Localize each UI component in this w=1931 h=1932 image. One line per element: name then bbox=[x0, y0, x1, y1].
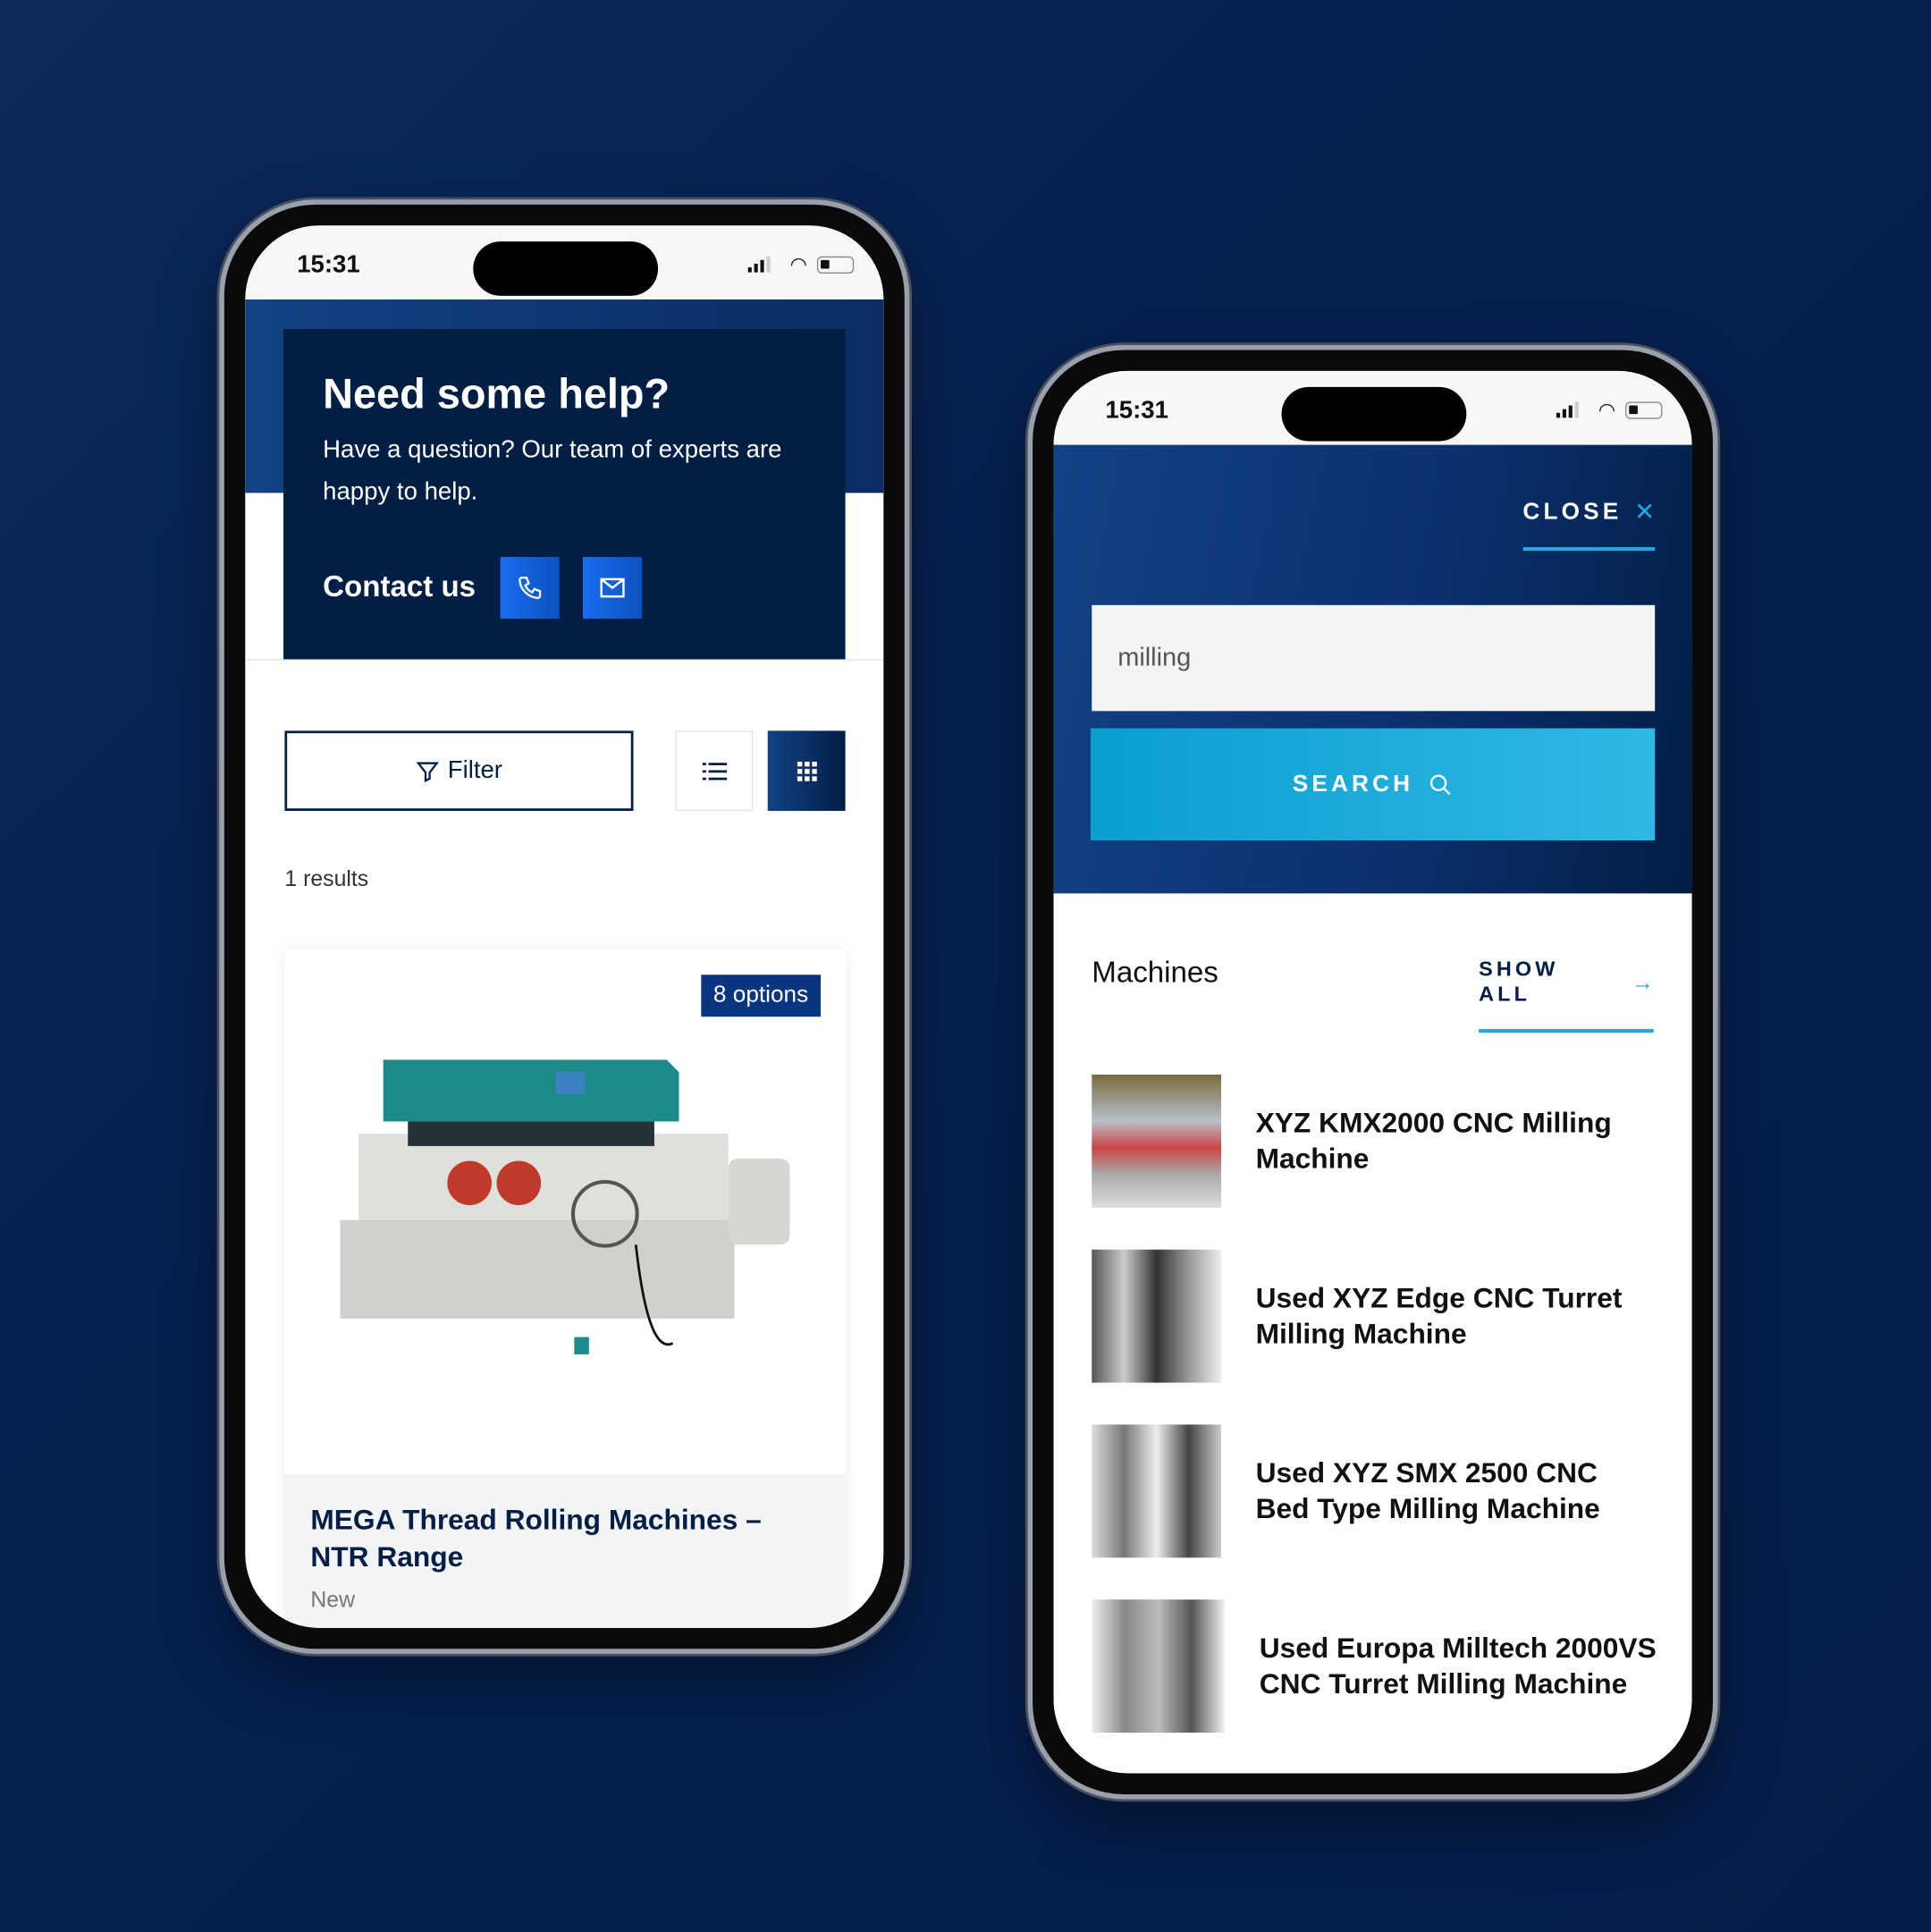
right-screen: 15:31 ◠ CLOSE ✕ SEARCH Machines SHOW ALL… bbox=[1053, 370, 1692, 1774]
status-time: 15:31 bbox=[297, 251, 360, 279]
result-thumbnail bbox=[1092, 1249, 1221, 1383]
help-text: Have a question? Our team of experts are… bbox=[323, 435, 782, 506]
search-panel: CLOSE ✕ SEARCH bbox=[1053, 444, 1692, 894]
dynamic-island bbox=[473, 241, 659, 296]
result-item[interactable]: Used Europa Milltech 2000VS CNC Turret M… bbox=[1092, 1579, 1658, 1754]
grid-view-button[interactable] bbox=[767, 730, 846, 811]
result-thumbnail bbox=[1092, 1599, 1226, 1734]
help-title: Need some help? bbox=[323, 370, 670, 418]
results-count: 1 results bbox=[284, 866, 369, 891]
left-screen: 15:31 ◠ Need some help? Have a question?… bbox=[245, 225, 884, 1628]
right-phone: 15:31 ◠ CLOSE ✕ SEARCH Machines SHOW ALL… bbox=[1027, 344, 1718, 1800]
result-title: Used Europa Milltech 2000VS CNC Turret M… bbox=[1259, 1632, 1657, 1700]
options-badge: 8 options bbox=[701, 974, 822, 1017]
battery-icon bbox=[816, 256, 855, 274]
contact-label: Contact us bbox=[323, 570, 476, 604]
close-label: CLOSE bbox=[1522, 498, 1623, 525]
result-thumbnail bbox=[1092, 1424, 1221, 1558]
dynamic-island bbox=[1281, 386, 1467, 442]
close-icon: ✕ bbox=[1634, 499, 1656, 527]
result-title: Used XYZ Edge CNC Turret Milling Machine bbox=[1255, 1281, 1623, 1350]
section-title: Machines bbox=[1092, 956, 1218, 990]
filter-label: Filter bbox=[447, 756, 502, 784]
close-button[interactable]: CLOSE ✕ bbox=[1522, 496, 1656, 552]
filter-button[interactable]: Filter bbox=[284, 730, 634, 811]
search-button[interactable]: SEARCH bbox=[1090, 728, 1656, 841]
result-item[interactable]: XYZ KMX2000 CNC Milling Machine bbox=[1092, 1054, 1658, 1229]
wifi-icon: ◠ bbox=[789, 255, 807, 276]
battery-icon bbox=[1625, 401, 1663, 419]
result-title: XYZ KMX2000 CNC Milling Machine bbox=[1255, 1106, 1612, 1175]
phone-button[interactable] bbox=[500, 557, 560, 619]
list-icon bbox=[701, 762, 727, 780]
result-title: Used XYZ SMX 2500 CNC Bed Type Milling M… bbox=[1255, 1456, 1600, 1525]
arrow-right-icon: → bbox=[1632, 969, 1654, 994]
search-input[interactable] bbox=[1092, 604, 1656, 712]
product-image: 8 options bbox=[284, 949, 847, 1474]
filter-icon bbox=[416, 761, 440, 782]
result-item[interactable]: Used XYZ Edge CNC Turret Milling Machine bbox=[1092, 1228, 1658, 1404]
machine-image bbox=[340, 1059, 790, 1354]
product-condition: New bbox=[310, 1587, 356, 1612]
signal-icon bbox=[1556, 401, 1579, 418]
show-all-link[interactable]: SHOW ALL → bbox=[1479, 958, 1654, 1033]
status-bar: 15:31 ◠ bbox=[245, 225, 884, 300]
product-title[interactable]: MEGA Thread Rolling Machines – NTR Range bbox=[310, 1501, 815, 1575]
result-thumbnail bbox=[1092, 1074, 1221, 1208]
results-list: XYZ KMX2000 CNC Milling Machine Used XYZ… bbox=[1092, 1054, 1658, 1754]
result-item[interactable]: Used XYZ SMX 2500 CNC Bed Type Milling M… bbox=[1092, 1404, 1658, 1579]
grid-icon bbox=[797, 761, 817, 781]
search-icon bbox=[1430, 773, 1451, 795]
signal-icon bbox=[747, 256, 771, 273]
list-view-button[interactable] bbox=[675, 730, 754, 811]
mail-icon bbox=[600, 578, 625, 598]
status-bar: 15:31 ◠ bbox=[1053, 370, 1692, 445]
status-time: 15:31 bbox=[1105, 396, 1168, 425]
show-all-label: SHOW ALL bbox=[1479, 958, 1559, 1006]
email-button[interactable] bbox=[583, 557, 643, 619]
phone-icon bbox=[519, 576, 542, 600]
left-phone: 15:31 ◠ Need some help? Have a question?… bbox=[219, 199, 910, 1654]
wifi-icon: ◠ bbox=[1598, 400, 1616, 422]
help-card: Need some help? Have a question? Our tea… bbox=[283, 329, 846, 660]
search-label: SEARCH bbox=[1292, 771, 1414, 797]
product-card[interactable]: 8 options MEGA Thread Rolling Machines –… bbox=[284, 949, 847, 1628]
